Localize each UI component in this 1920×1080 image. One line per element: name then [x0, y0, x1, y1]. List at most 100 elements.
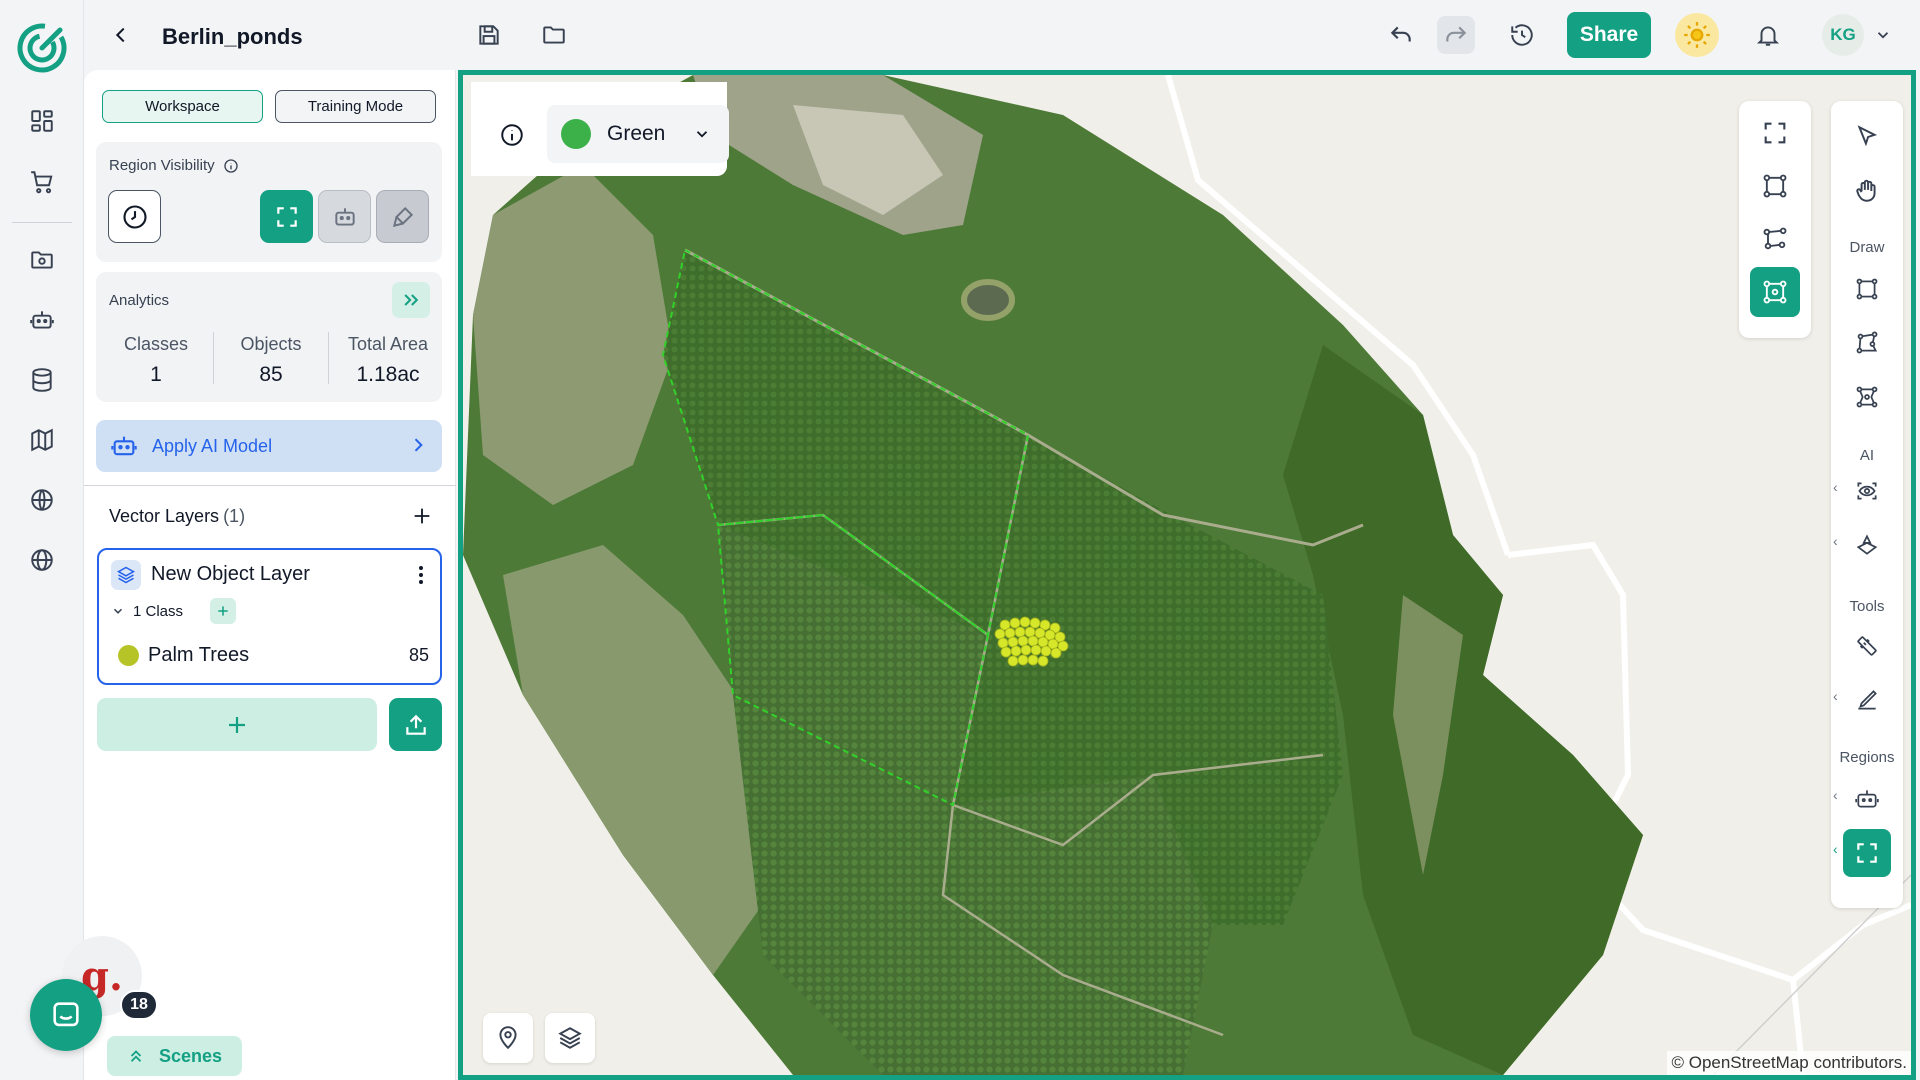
select-cursor-icon[interactable]: [1843, 113, 1891, 161]
chevron-down-icon: [1874, 26, 1892, 44]
add-vector-layer-icon[interactable]: [406, 500, 438, 532]
undo-icon[interactable]: [1382, 16, 1420, 54]
chevron-left-icon[interactable]: ‹: [1833, 841, 1843, 857]
class-row[interactable]: Palm Trees 85: [111, 640, 429, 670]
chevron-left-icon[interactable]: ‹: [1833, 479, 1843, 495]
globe-grid-icon[interactable]: [22, 480, 62, 520]
location-pin-icon[interactable]: [483, 1013, 533, 1063]
training-mode-button[interactable]: Training Mode: [275, 90, 436, 123]
draw-freehand-polygon-icon[interactable]: [1843, 373, 1891, 421]
layers-icon: [111, 560, 141, 590]
chevron-right-icon: [408, 435, 428, 455]
time-visibility-button[interactable]: [108, 190, 161, 243]
vertex-edit-icon[interactable]: [1750, 214, 1800, 264]
apply-ai-model-button[interactable]: Apply AI Model: [96, 420, 442, 472]
class-color-dot: [118, 644, 139, 666]
stat-label: Classes: [123, 334, 189, 354]
notifications-bell-icon[interactable]: [1749, 16, 1787, 54]
stat-value: 85: [259, 363, 283, 386]
ai-detect-eye-icon[interactable]: [1843, 467, 1891, 515]
avatar: KG: [1822, 14, 1864, 56]
redo-icon[interactable]: [1437, 16, 1475, 54]
projects-folder-icon[interactable]: [22, 240, 62, 280]
notification-count-badge: 18: [120, 990, 158, 1020]
brush-pen-icon[interactable]: [1843, 676, 1891, 724]
app-rail: [0, 0, 84, 1080]
dashboard-icon[interactable]: [22, 101, 62, 141]
color-mode-select[interactable]: Green: [547, 105, 729, 163]
stat-classes: Classes 1: [108, 334, 204, 387]
map-attribution: © OpenStreetMap contributors.: [1667, 1051, 1911, 1075]
ai-segment-icon[interactable]: [1843, 521, 1891, 569]
chat-support-button[interactable]: [30, 979, 102, 1051]
theme-sun-icon[interactable]: [1675, 13, 1719, 57]
pan-hand-icon[interactable]: [1843, 167, 1891, 215]
user-menu[interactable]: KG: [1822, 14, 1900, 56]
stat-divider: [328, 332, 329, 384]
map-canvas[interactable]: Green Draw AI ‹ ‹ Tools ‹ Regions ‹ ‹ © …: [458, 70, 1916, 1080]
drawing-toolbar: Draw AI ‹ ‹ Tools ‹ Regions ‹ ‹: [1831, 101, 1903, 908]
multi-select-icon[interactable]: [1750, 267, 1800, 317]
class-count-label: 1 Class: [133, 602, 184, 620]
scenes-button[interactable]: Scenes: [107, 1036, 242, 1076]
scenes-label: Scenes: [158, 1045, 223, 1066]
chevron-left-icon[interactable]: ‹: [1833, 533, 1843, 549]
cart-icon[interactable]: [22, 162, 62, 202]
region-visibility-header: Region Visibility: [109, 157, 239, 174]
draw-rectangle-icon[interactable]: [1843, 265, 1891, 313]
ai-region-robot-icon[interactable]: [1843, 775, 1891, 823]
ai-section-label: AI: [1859, 447, 1875, 464]
satellite-map-image: [463, 75, 1911, 1075]
history-icon[interactable]: [1503, 16, 1541, 54]
robot-icon: [110, 432, 138, 460]
models-robot-icon[interactable]: [22, 300, 62, 340]
stat-label: Objects: [240, 334, 302, 354]
ai-region-visibility-button[interactable]: [318, 190, 371, 243]
stat-total-area: Total Area 1.18ac: [334, 334, 442, 387]
chevron-down-icon: [693, 125, 711, 143]
info-icon[interactable]: [497, 120, 527, 150]
add-layer-button[interactable]: [97, 698, 377, 751]
database-icon[interactable]: [22, 360, 62, 400]
app-logo[interactable]: [16, 22, 68, 74]
rail-divider: [12, 222, 72, 223]
add-class-icon[interactable]: [210, 598, 236, 624]
export-upload-button[interactable]: [389, 698, 442, 751]
class-list-toggle[interactable]: 1 Class: [111, 600, 183, 622]
info-icon[interactable]: [223, 158, 239, 174]
back-chevron-icon[interactable]: [104, 18, 138, 52]
chevron-left-icon[interactable]: ‹: [1833, 688, 1843, 704]
class-object-count: 85: [408, 644, 429, 665]
class-name: Palm Trees: [148, 643, 250, 666]
region-frame-icon[interactable]: [1843, 829, 1891, 877]
chevron-left-icon[interactable]: ‹: [1833, 787, 1843, 803]
vector-layers-heading: Vector Layers (1): [109, 506, 245, 527]
vector-layers-title: Vector Layers: [109, 506, 220, 526]
map-icon[interactable]: [22, 420, 62, 460]
region-frame-visibility-button[interactable]: [260, 190, 313, 243]
folder-icon[interactable]: [535, 16, 573, 54]
globe-icon[interactable]: [22, 540, 62, 580]
kebab-menu-icon[interactable]: [411, 562, 431, 588]
stat-objects: Objects 85: [223, 334, 319, 387]
brush-region-visibility-button[interactable]: [376, 190, 429, 243]
draw-polygon-icon[interactable]: [1843, 319, 1891, 367]
node-edit-icon[interactable]: [1750, 161, 1800, 211]
project-title: Berlin_ponds: [162, 24, 303, 49]
fullscreen-icon[interactable]: [1750, 108, 1800, 158]
share-button[interactable]: Share: [1567, 12, 1651, 58]
double-chevron-up-icon: [127, 1047, 145, 1065]
analytics-title: Analytics: [109, 292, 170, 309]
stat-value: 1: [150, 363, 162, 386]
workspace-mode-button[interactable]: Workspace: [102, 90, 263, 123]
vector-layer-card[interactable]: New Object Layer 1 Class Palm Trees 85: [97, 548, 442, 685]
save-icon[interactable]: [470, 16, 508, 54]
expand-analytics-icon[interactable]: [392, 282, 430, 318]
apply-ai-model-label: Apply AI Model: [152, 435, 273, 456]
basemap-layers-icon[interactable]: [545, 1013, 595, 1063]
map-color-panel: Green: [471, 82, 729, 176]
tools-section-label: Tools: [1849, 598, 1885, 615]
chevron-down-icon: [111, 604, 125, 618]
ruler-icon[interactable]: [1843, 622, 1891, 670]
stat-divider: [213, 332, 214, 384]
